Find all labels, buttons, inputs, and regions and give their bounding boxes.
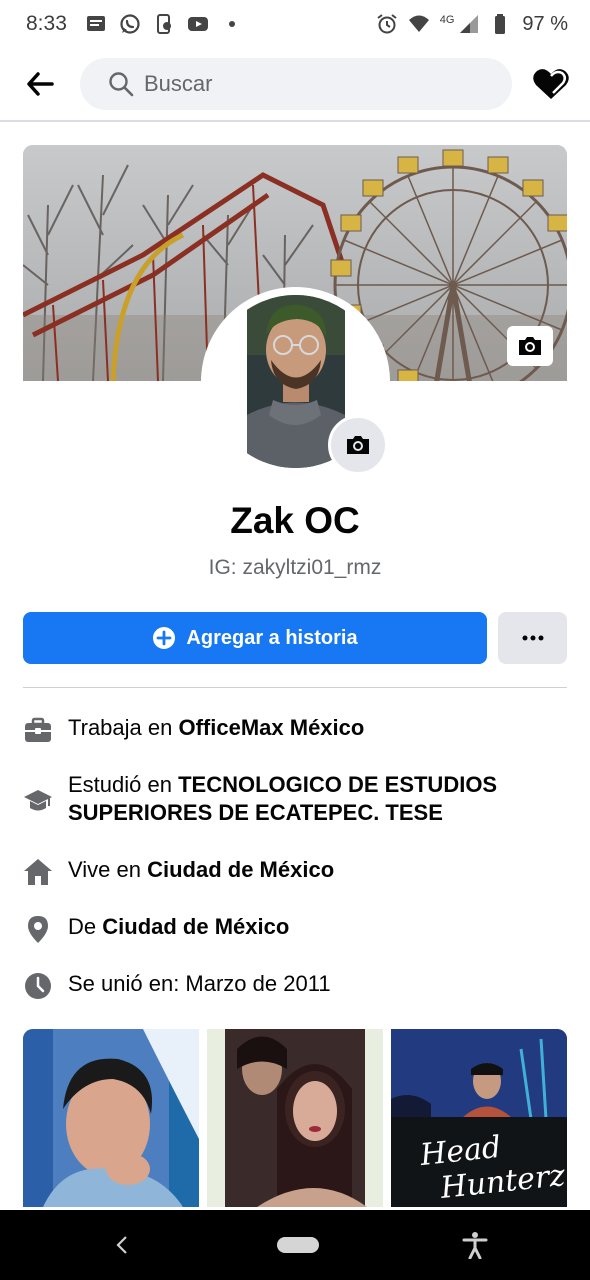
- edit-profile-picture-button[interactable]: [328, 415, 388, 475]
- profile-name: Zak OC: [230, 500, 360, 541]
- back-arrow-icon: [27, 72, 54, 96]
- search-icon: [109, 72, 134, 97]
- intro-joined-text: Se unió en: Marzo de 2011: [68, 971, 331, 996]
- intro-hometown[interactable]: De Ciudad de México: [22, 913, 289, 945]
- photo-image: Head Hunterz: [391, 1029, 567, 1207]
- intro-work-value: OfficeMax México: [178, 715, 365, 740]
- youtube-icon: [187, 13, 209, 35]
- more-options-button[interactable]: [498, 612, 567, 664]
- intro-education[interactable]: Estudió en TECNOLOGICO DE ESTUDIOS SUPER…: [22, 771, 538, 827]
- edit-cover-photo-button[interactable]: [507, 326, 553, 366]
- camera-icon: [347, 436, 369, 454]
- briefcase-icon: [22, 714, 54, 746]
- photo-thumbnail[interactable]: [207, 1029, 383, 1207]
- system-back-button[interactable]: [108, 1231, 136, 1259]
- status-time: 8:33: [26, 12, 67, 35]
- intro-work-prefix: Trabaja en: [68, 715, 179, 740]
- intro-work[interactable]: Trabaja en OfficeMax México: [22, 714, 364, 746]
- intro-hometown-value: Ciudad de México: [102, 914, 290, 939]
- location-pin-icon: [22, 913, 54, 945]
- section-divider: [23, 687, 567, 688]
- photo-image: [207, 1029, 383, 1207]
- search-input[interactable]: [144, 71, 474, 97]
- accessibility-button[interactable]: [460, 1230, 490, 1260]
- photo-thumbnail[interactable]: Head Hunterz: [391, 1029, 567, 1207]
- add-to-story-button[interactable]: Agregar a historia: [23, 612, 487, 664]
- phone-sync-icon: [153, 13, 175, 35]
- battery-level: 97 %: [522, 12, 568, 35]
- battery-icon: [490, 13, 512, 35]
- whatsapp-icon: [119, 13, 141, 35]
- more-dots-icon: [522, 635, 543, 641]
- plus-circle-icon: [153, 627, 176, 649]
- signal-icon: [458, 13, 480, 35]
- photos-grid: Head Hunterz: [23, 1029, 567, 1207]
- graduation-cap-icon: [22, 785, 54, 817]
- intro-hometown-prefix: De: [68, 914, 103, 939]
- intro-education-prefix: Estudió en: [68, 772, 179, 797]
- intro-current-city-prefix: Vive en: [68, 857, 148, 882]
- chevron-left-icon: [116, 1236, 127, 1254]
- message-notification-icon: [85, 13, 107, 35]
- more-notifications-dot-icon: [221, 13, 243, 35]
- alarm-icon: [376, 13, 398, 35]
- wifi-icon: [408, 13, 430, 35]
- network-type: 4G: [439, 14, 455, 26]
- search-bar[interactable]: [80, 58, 512, 110]
- intro-joined: Se unió en: Marzo de 2011: [22, 970, 331, 1002]
- intro-current-city[interactable]: Vive en Ciudad de México: [22, 856, 334, 888]
- profile-bio: IG: zakyltzi01_rmz: [208, 556, 382, 579]
- clock-icon: [22, 970, 54, 1002]
- home-icon: [22, 856, 54, 888]
- dating-heart-button[interactable]: [512, 47, 590, 121]
- app-header: [0, 48, 590, 122]
- system-home-button[interactable]: [277, 1237, 319, 1253]
- camera-icon: [519, 337, 541, 355]
- photo-thumbnail[interactable]: [23, 1029, 199, 1207]
- accessibility-icon: [462, 1232, 488, 1259]
- heart-icon: [533, 69, 569, 99]
- intro-current-city-value: Ciudad de México: [147, 857, 335, 882]
- back-button[interactable]: [0, 47, 80, 121]
- photo-image: [23, 1029, 199, 1207]
- status-bar: 8:33 4G 97 %: [0, 0, 590, 48]
- system-navigation-bar: [0, 1210, 590, 1280]
- add-to-story-label: Agregar a historia: [186, 626, 358, 649]
